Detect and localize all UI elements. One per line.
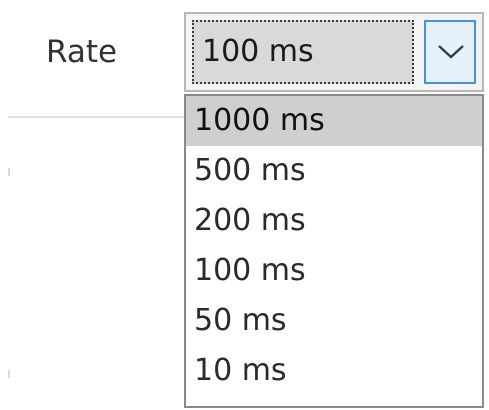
rate-label: Rate xyxy=(46,34,118,70)
panel-tick-mark xyxy=(8,370,10,378)
rate-selected-value: 100 ms xyxy=(202,34,314,69)
panel-tick-mark xyxy=(8,168,10,176)
chevron-down-icon xyxy=(438,45,464,59)
rate-dropdown-button[interactable] xyxy=(424,20,476,84)
rate-option-1000ms[interactable]: 1000 ms xyxy=(186,96,482,146)
rate-option-200ms[interactable]: 200 ms xyxy=(186,196,482,246)
rate-option-10ms[interactable]: 10 ms xyxy=(186,346,482,396)
rate-option-50ms[interactable]: 50 ms xyxy=(186,296,482,346)
rate-option-100ms[interactable]: 100 ms xyxy=(186,246,482,296)
rate-setting-panel: Rate 100 ms 1000 ms 500 ms 200 ms 100 ms… xyxy=(0,0,489,410)
rate-combobox[interactable]: 100 ms xyxy=(184,12,484,92)
rate-selected-field[interactable]: 100 ms xyxy=(192,20,414,84)
panel-divider xyxy=(8,116,188,118)
rate-option-500ms[interactable]: 500 ms xyxy=(186,146,482,196)
rate-dropdown-list: 1000 ms 500 ms 200 ms 100 ms 50 ms 10 ms xyxy=(184,94,484,408)
